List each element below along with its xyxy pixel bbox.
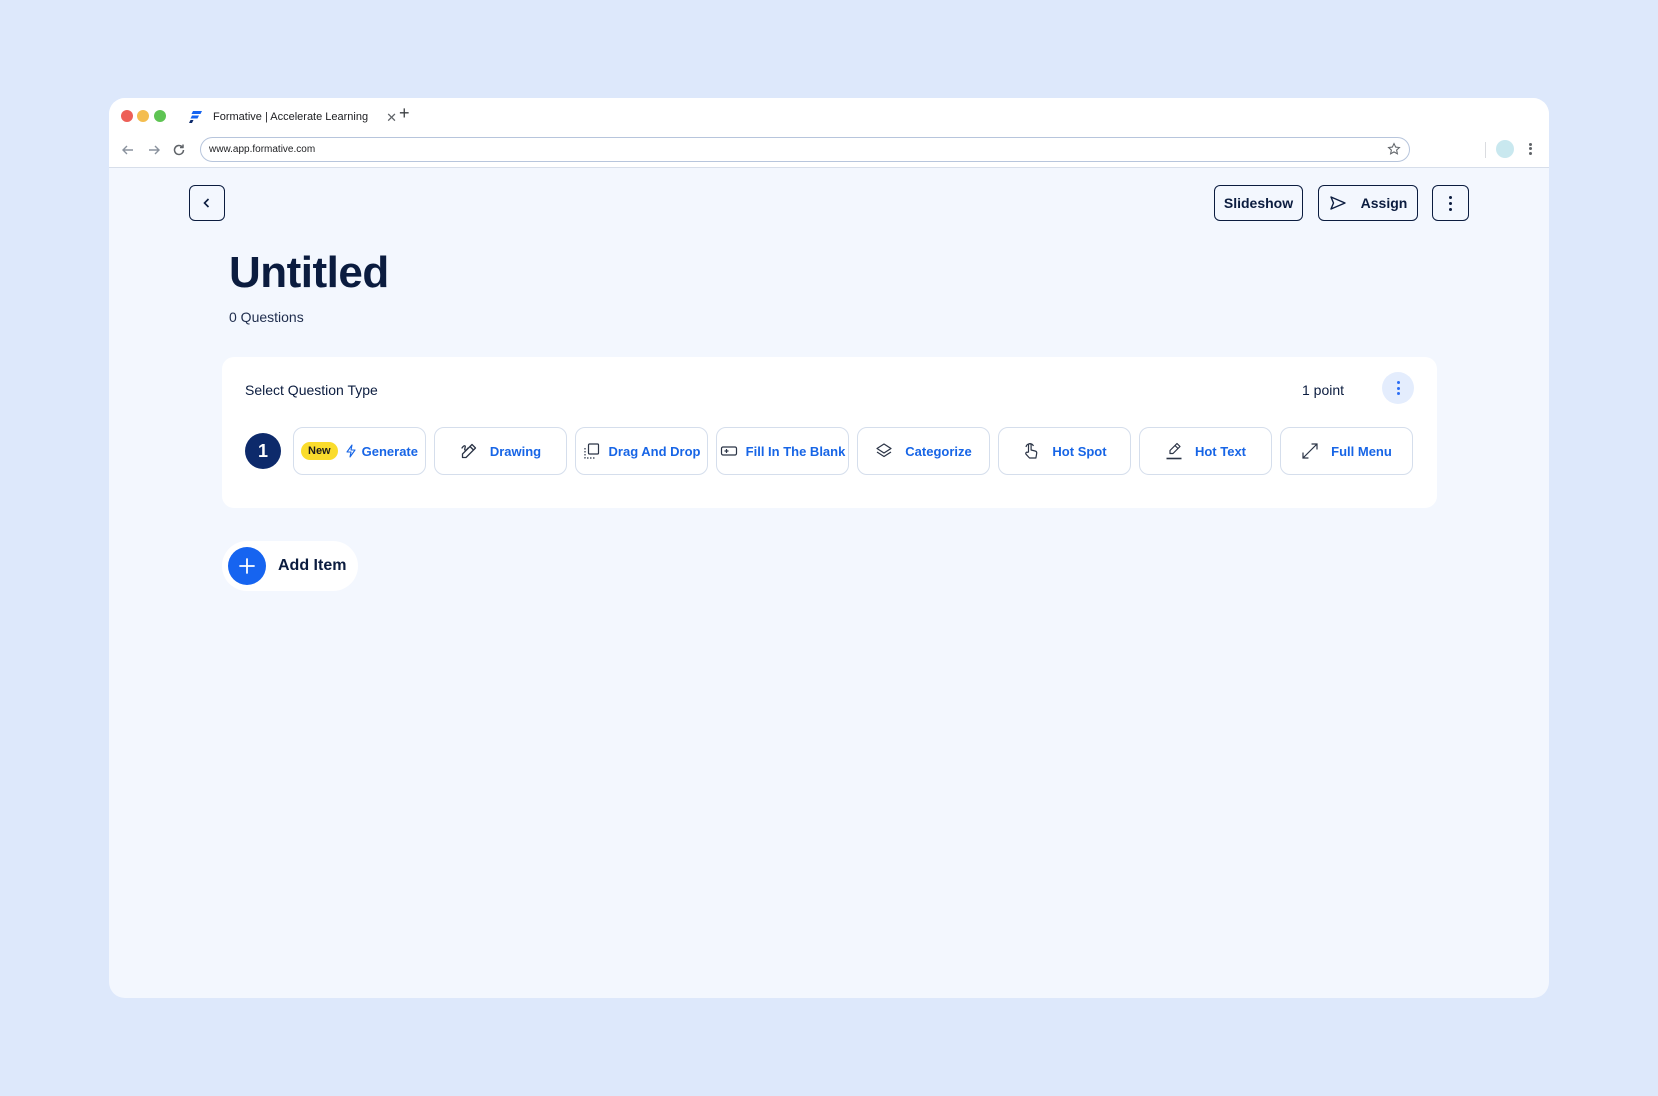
question-number-badge: 1	[245, 433, 281, 469]
close-window-button[interactable]	[121, 110, 133, 122]
question-type-label: Full Menu	[1331, 443, 1392, 459]
assign-button[interactable]: Assign	[1318, 185, 1418, 221]
question-type-label: Drawing	[489, 443, 542, 459]
back-arrow-icon[interactable]	[120, 142, 136, 158]
question-type-list: New Generate Drawing Drag And Drop Fill …	[293, 427, 1413, 475]
question-type-label: Categorize	[905, 443, 972, 459]
browser-menu-icon[interactable]	[1527, 141, 1533, 157]
close-tab-icon[interactable]: ✕	[386, 111, 397, 124]
question-type-label: Generate	[361, 443, 418, 459]
question-type-fill-in-the-blank[interactable]: Fill In The Blank	[716, 427, 849, 475]
input-field-icon	[720, 446, 737, 456]
reload-icon[interactable]	[171, 142, 187, 158]
question-type-drawing[interactable]: Drawing	[434, 427, 567, 475]
question-type-label: Drag And Drop	[608, 443, 701, 459]
question-card: Select Question Type 1 point 1 New Gener…	[222, 357, 1437, 508]
question-type-label: Fill In The Blank	[745, 443, 846, 459]
drag-drop-icon	[583, 443, 599, 459]
address-bar[interactable]	[200, 137, 1410, 162]
question-count: 0 Questions	[229, 309, 304, 325]
question-type-drag-and-drop[interactable]: Drag And Drop	[575, 427, 708, 475]
chevron-left-icon	[203, 198, 210, 208]
question-options-button[interactable]	[1382, 372, 1414, 404]
new-badge: New	[301, 442, 338, 460]
profile-avatar[interactable]	[1496, 140, 1514, 158]
browser-window: Formative | Accelerate Learning ✕ + Slid…	[109, 98, 1549, 998]
lightning-icon	[346, 444, 356, 458]
forward-arrow-icon[interactable]	[146, 142, 162, 158]
back-button[interactable]	[189, 185, 225, 221]
page-title[interactable]: Untitled	[229, 248, 389, 298]
pointer-hand-icon	[1025, 443, 1038, 459]
question-type-label: Hot Text	[1194, 443, 1247, 459]
expand-icon	[1302, 443, 1318, 459]
question-type-generate[interactable]: New Generate	[293, 427, 426, 475]
points-value[interactable]: 1 point	[1302, 382, 1344, 398]
formative-logo-icon	[189, 111, 202, 123]
highlighter-icon	[1166, 442, 1182, 460]
send-icon	[1329, 196, 1346, 210]
question-card-title: Select Question Type	[245, 382, 378, 398]
add-item-button[interactable]: Add Item	[222, 541, 358, 591]
more-vertical-icon	[1449, 195, 1452, 199]
toolbar-divider	[1485, 142, 1486, 158]
tab-title: Formative | Accelerate Learning	[213, 111, 369, 123]
question-type-hot-spot[interactable]: Hot Spot	[998, 427, 1131, 475]
question-type-categorize[interactable]: Categorize	[857, 427, 990, 475]
slideshow-button[interactable]: Slideshow	[1214, 185, 1303, 221]
browser-toolbar	[109, 134, 1549, 168]
assign-label: Assign	[1360, 195, 1408, 211]
more-vertical-icon	[1396, 381, 1400, 384]
new-tab-button[interactable]: +	[399, 104, 410, 122]
question-type-hot-text[interactable]: Hot Text	[1139, 427, 1272, 475]
url-input[interactable]	[209, 141, 1369, 158]
more-options-button[interactable]	[1432, 185, 1469, 221]
tab-bar: Formative | Accelerate Learning ✕ +	[109, 98, 1549, 134]
browser-tab[interactable]: Formative | Accelerate Learning ✕	[189, 106, 397, 128]
add-item-label: Add Item	[278, 557, 347, 574]
question-type-label: Hot Spot	[1052, 443, 1107, 459]
bookmark-star-icon[interactable]	[1387, 142, 1401, 156]
layers-icon	[876, 443, 892, 458]
plus-icon	[228, 547, 266, 585]
minimize-window-button[interactable]	[137, 110, 149, 122]
question-type-full-menu[interactable]: Full Menu	[1280, 427, 1413, 475]
pencil-icon	[461, 443, 476, 459]
maximize-window-button[interactable]	[154, 110, 166, 122]
